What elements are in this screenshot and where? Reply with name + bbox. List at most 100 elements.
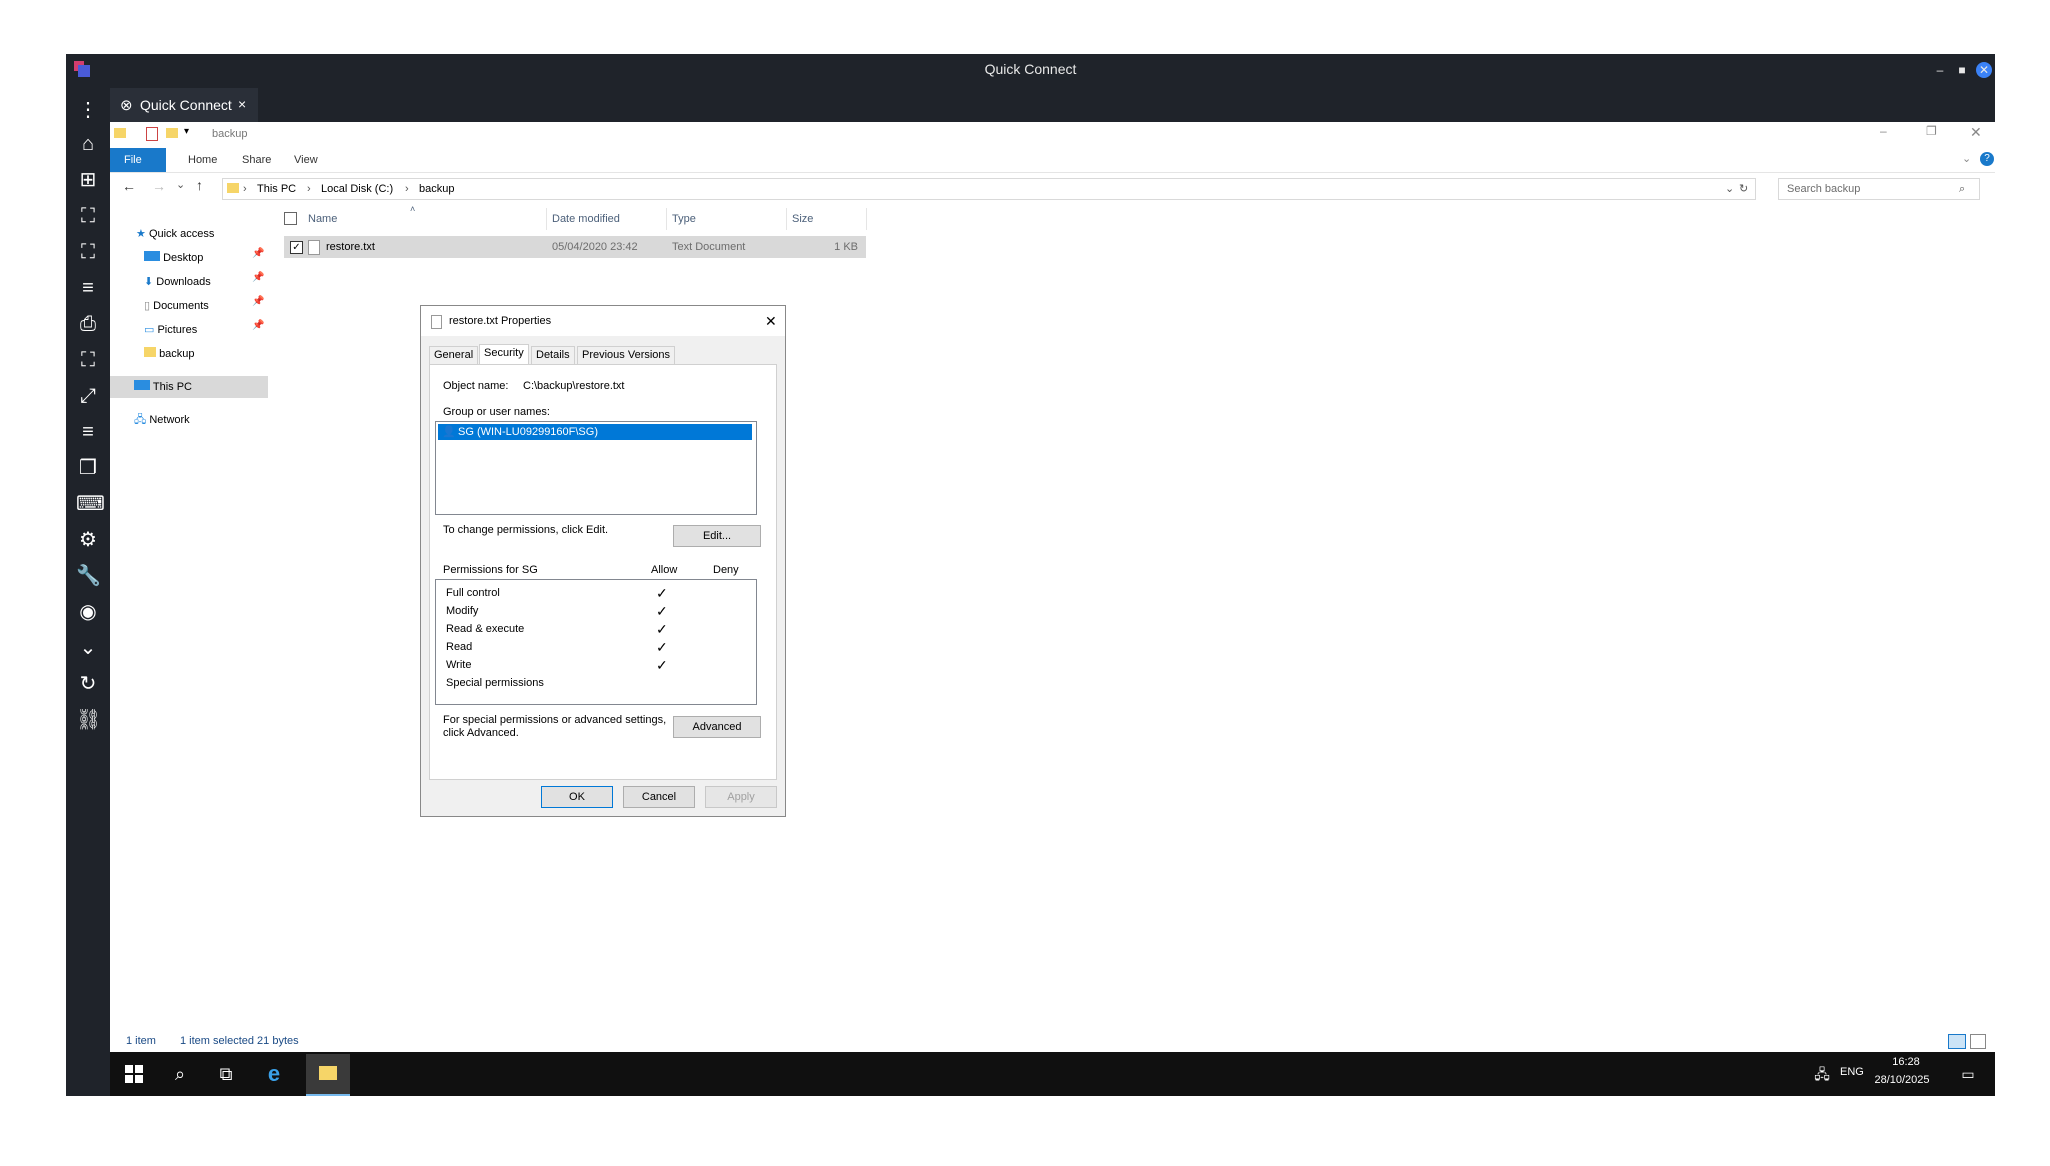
large-icons-view-icon[interactable] bbox=[1970, 1034, 1986, 1049]
keyboard-icon[interactable]: ⌨ bbox=[76, 492, 105, 516]
tab-security[interactable]: Security bbox=[479, 344, 529, 365]
table-row[interactable]: ✓ restore.txt 05/04/2020 23:42 Text Docu… bbox=[284, 236, 866, 258]
lines-icon[interactable]: ≡ bbox=[76, 420, 100, 444]
clock-date[interactable]: 28/10/2025 bbox=[1862, 1074, 1942, 1086]
recent-locations-icon[interactable]: ⌄ bbox=[176, 178, 185, 191]
edit-button[interactable]: Edit... bbox=[673, 525, 761, 547]
internet-explorer-icon[interactable]: e bbox=[262, 1062, 286, 1086]
maximize-button[interactable]: ■ bbox=[1954, 62, 1970, 78]
breadcrumb-this-pc[interactable]: This PC bbox=[257, 179, 296, 199]
menu-dots-icon[interactable]: ⋮ bbox=[76, 98, 100, 122]
qat-dropdown-icon[interactable]: ▾ bbox=[184, 126, 189, 137]
nav-network[interactable]: 🖧 Network bbox=[134, 410, 190, 430]
up-icon[interactable]: ↑ bbox=[196, 177, 203, 193]
document-icon: ▯ bbox=[144, 300, 151, 312]
add-window-icon[interactable]: ⊞ bbox=[76, 168, 100, 192]
explorer-restore-button[interactable]: ❐ bbox=[1926, 124, 1937, 138]
tab-quick-connect[interactable]: ⊗ Quick Connect × bbox=[110, 88, 258, 124]
column-name[interactable]: Name bbox=[302, 208, 547, 230]
properties-icon[interactable] bbox=[146, 127, 158, 141]
file-list-header: Name ˄ Date modified Type Size bbox=[282, 204, 867, 230]
apply-button[interactable]: Apply bbox=[705, 786, 777, 808]
allow-header: Allow bbox=[651, 564, 678, 576]
column-date-modified[interactable]: Date modified bbox=[546, 208, 667, 230]
wrench-icon[interactable]: 🔧 bbox=[76, 564, 101, 588]
explorer-minimize-button[interactable]: – bbox=[1880, 124, 1887, 138]
address-dropdown-icon[interactable]: ⌄ bbox=[1725, 179, 1734, 199]
dialog-close-icon[interactable]: ✕ bbox=[765, 306, 777, 336]
permission-row: Read ✓ bbox=[446, 638, 746, 656]
window-icon[interactable]: ❐ bbox=[76, 456, 100, 480]
user-list[interactable]: 👤 SG (WIN-LU09299160F\SG) bbox=[435, 421, 757, 515]
settings-icon[interactable]: ⚙ bbox=[76, 528, 100, 552]
column-type[interactable]: Type bbox=[666, 208, 787, 230]
notifications-icon[interactable]: ▭ bbox=[1956, 1062, 1980, 1086]
language-indicator[interactable]: ENG bbox=[1840, 1066, 1864, 1078]
search-placeholder: Search backup bbox=[1787, 183, 1861, 195]
tab-previous-versions[interactable]: Previous Versions bbox=[577, 346, 676, 365]
fit-alt-icon[interactable]: ⛶ bbox=[76, 348, 100, 372]
minimize-button[interactable]: – bbox=[1932, 62, 1948, 78]
nav-quick-access[interactable]: ★ Quick access bbox=[136, 224, 214, 244]
file-explorer-taskbar-button[interactable] bbox=[306, 1054, 350, 1096]
explorer-close-button[interactable]: ✕ bbox=[1970, 124, 1982, 141]
ok-button[interactable]: OK bbox=[541, 786, 613, 808]
ribbon-tab-share[interactable]: Share bbox=[228, 148, 285, 172]
user-icon: 👤 bbox=[442, 426, 456, 438]
file-size: 1 KB bbox=[834, 241, 858, 253]
ribbon-tab-home[interactable]: Home bbox=[174, 148, 231, 172]
print-icon[interactable]: ⎙ bbox=[76, 312, 100, 336]
advanced-button[interactable]: Advanced bbox=[673, 716, 761, 738]
ribbon-tab-file[interactable]: File bbox=[110, 148, 166, 172]
sidebar: ⋮ ⌂ ⊞ ⛶ ⛶ ≡ ⎙ ⛶ ⤢ ≡ ❐ ⌨ ⚙ 🔧 ◉ ⌄ ↻ ⛓ bbox=[66, 86, 110, 1096]
tab-close-icon[interactable]: × bbox=[238, 96, 246, 112]
nav-pictures[interactable]: ▭ Pictures bbox=[144, 320, 197, 340]
expand-icon[interactable]: ⤢ bbox=[76, 384, 100, 408]
refresh-address-icon[interactable]: ↻ bbox=[1739, 179, 1748, 199]
refresh-icon[interactable]: ↻ bbox=[76, 672, 100, 696]
unlink-icon[interactable]: ⛓ bbox=[76, 708, 101, 732]
list-item[interactable]: 👤 SG (WIN-LU09299160F\SG) bbox=[438, 424, 752, 440]
tab-general[interactable]: General bbox=[429, 346, 479, 365]
object-name-value: C:\backup\restore.txt bbox=[523, 380, 625, 392]
search-icon[interactable]: ⌕ bbox=[168, 1062, 192, 1086]
item-count: 1 item bbox=[126, 1035, 156, 1047]
search-input[interactable]: Search backup ⌕ bbox=[1778, 178, 1980, 200]
breadcrumb-local-disk[interactable]: Local Disk (C:) bbox=[321, 179, 393, 199]
nav-this-pc[interactable]: This PC bbox=[134, 377, 192, 397]
details-view-icon[interactable] bbox=[1948, 1034, 1966, 1049]
ribbon-tab-view[interactable]: View bbox=[280, 148, 332, 172]
nav-downloads[interactable]: ⬇ Downloads bbox=[144, 272, 211, 292]
nav-documents[interactable]: ▯ Documents bbox=[144, 296, 209, 316]
nav-desktop[interactable]: Desktop bbox=[144, 248, 203, 268]
network-icon: 🖧 bbox=[134, 414, 147, 426]
new-folder-icon[interactable] bbox=[166, 128, 178, 138]
chevron-down-icon[interactable]: ⌄ bbox=[76, 636, 100, 660]
windows-start-icon[interactable] bbox=[122, 1062, 146, 1086]
help-icon[interactable]: ? bbox=[1980, 152, 1994, 166]
clock-time[interactable]: 16:28 bbox=[1876, 1056, 1936, 1068]
close-button[interactable]: ✕ bbox=[1976, 62, 1992, 78]
list-icon[interactable]: ≡ bbox=[76, 276, 100, 300]
forward-icon[interactable]: → bbox=[152, 178, 166, 194]
network-tray-icon[interactable]: 🖧 bbox=[1810, 1062, 1834, 1086]
permission-name: Special permissions bbox=[446, 677, 544, 689]
breadcrumb-backup[interactable]: backup bbox=[419, 179, 454, 199]
column-size[interactable]: Size bbox=[786, 208, 867, 230]
address-bar[interactable]: › This PC › Local Disk (C:) › backup ⌄ ↻ bbox=[222, 178, 1756, 200]
tab-details[interactable]: Details bbox=[531, 346, 575, 365]
fullscreen-icon[interactable]: ⛶ bbox=[76, 240, 100, 264]
cancel-button[interactable]: Cancel bbox=[623, 786, 695, 808]
pin-icon: 📌 bbox=[252, 272, 265, 283]
task-view-icon[interactable]: ⧉ bbox=[214, 1062, 238, 1086]
select-all-checkbox[interactable] bbox=[284, 212, 297, 225]
nav-backup[interactable]: backup bbox=[144, 344, 195, 364]
tab-bar bbox=[110, 86, 1995, 122]
row-checkbox[interactable]: ✓ bbox=[290, 241, 303, 254]
home-icon[interactable]: ⌂ bbox=[76, 132, 100, 156]
ribbon-expand-icon[interactable]: ⌄ bbox=[1962, 152, 1971, 165]
fit-icon[interactable]: ⛶ bbox=[76, 204, 100, 228]
back-icon[interactable]: ← bbox=[122, 178, 136, 194]
special-permissions-text-2: click Advanced. bbox=[443, 727, 519, 739]
camera-icon[interactable]: ◉ bbox=[76, 600, 100, 624]
